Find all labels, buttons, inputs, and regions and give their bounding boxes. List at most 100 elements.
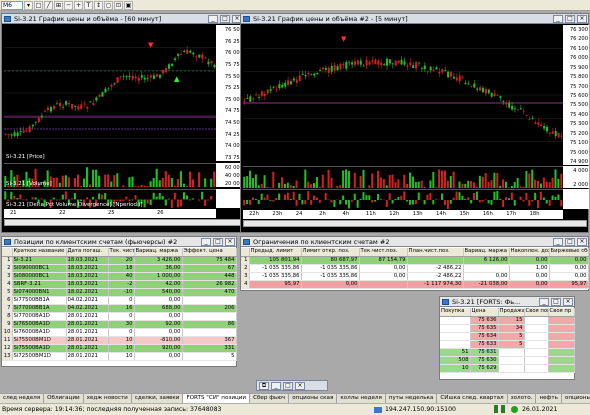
workspace-tab[interactable]: Сбер фьюч bbox=[250, 394, 290, 403]
col-header[interactable]: Краткое название bbox=[12, 248, 67, 257]
timeframe-select[interactable]: M6 bbox=[1, 0, 23, 10]
orderbook-titlebar[interactable]: Si-3.21 [FORTS: Фь... _ □ × bbox=[440, 297, 574, 307]
orderbook-row[interactable]: 75 635 34 bbox=[440, 324, 575, 333]
col-header[interactable]: Тек. чист. bbox=[108, 248, 135, 257]
close-button[interactable]: × bbox=[225, 238, 235, 246]
minimize-button[interactable]: _ bbox=[201, 238, 211, 246]
orderbook-row[interactable]: 508 75 630 bbox=[440, 356, 575, 365]
volume-bar bbox=[19, 194, 22, 200]
col-header[interactable]: Эффект. цена bbox=[182, 248, 237, 257]
chart2-price-pane[interactable]: ▼ bbox=[243, 25, 563, 165]
tool-button-1[interactable]: ▾ bbox=[24, 0, 33, 10]
minimize-button[interactable]: _ bbox=[553, 15, 563, 23]
tool-button-2[interactable]: □ bbox=[34, 0, 43, 10]
col-header[interactable]: Дата погаш. bbox=[66, 248, 109, 257]
maximize-button[interactable]: □ bbox=[551, 298, 561, 306]
tool-button-9[interactable]: ◻ bbox=[104, 0, 113, 10]
table-row[interactable]: 10 Si76000BA1D 28.01.2021 0 0,00 bbox=[2, 328, 237, 337]
table-row[interactable]: 11 Si75500BM1D 28.01.2021 10 -810,00 367 bbox=[2, 336, 237, 345]
maximize-button[interactable]: □ bbox=[220, 15, 230, 23]
workspace-tab[interactable]: Облигации bbox=[44, 394, 84, 403]
col-header[interactable]: Своя пок bbox=[524, 308, 549, 317]
workspace-tab[interactable]: коллы неделя bbox=[337, 394, 386, 403]
table-row[interactable]: 5 Si074000BN1 18.02.2021 -10 540,00 470 bbox=[2, 288, 237, 297]
table-row[interactable]: 6 Si77500BB1A 04.02.2021 0 0,00 bbox=[2, 296, 237, 305]
col-header[interactable]: Биржевые сборы bbox=[549, 248, 589, 257]
tool-button-3[interactable]: ╱ bbox=[44, 0, 53, 10]
tool-button-10[interactable]: ⊡ bbox=[114, 0, 123, 10]
col-header[interactable]: Вариац. маржа bbox=[134, 248, 183, 257]
minimize-button[interactable]: _ bbox=[539, 298, 549, 306]
tool-button-8[interactable]: ↕ bbox=[94, 0, 103, 10]
table-row[interactable]: 2 -1 035 335,86 -1 035 335,86 0,00 -2 486,22… bbox=[241, 264, 589, 273]
orderbook-row[interactable]: 75 634 5 bbox=[440, 332, 575, 341]
table-row[interactable]: 8 Si77000BA1D 28.01.2021 0 0,00 bbox=[2, 312, 237, 321]
col-header[interactable]: Цена bbox=[470, 308, 499, 317]
workspace-tab[interactable]: опционы ская bbox=[289, 394, 338, 403]
col-header[interactable]: Тек.чист.поз. bbox=[359, 248, 408, 257]
table-row[interactable]: 1 Si-3.21 18.03.2021 20 3 426,00 75 484 bbox=[2, 256, 237, 265]
workspace-tab[interactable]: СИшка след. квартал bbox=[437, 394, 508, 403]
col-header[interactable]: Предыд. лимит bbox=[249, 248, 302, 257]
workspace-tab[interactable]: путы неделька bbox=[385, 394, 438, 403]
workspace-tab[interactable]: сделки, заявки bbox=[131, 394, 184, 403]
maximize-button[interactable]: □ bbox=[565, 238, 575, 246]
chart1-price-pane[interactable]: ▼▲ bbox=[4, 25, 216, 161]
col-header[interactable]: Своя пр bbox=[548, 308, 575, 317]
minimized-window[interactable]: ⧉ _ □ × bbox=[256, 380, 328, 391]
limits-titlebar[interactable]: Ограничения по клиентским счетам #2 _ □ × bbox=[241, 237, 588, 247]
candle bbox=[336, 64, 339, 72]
workspace-tab[interactable]: нефть bbox=[536, 394, 562, 403]
tool-button-11[interactable]: ▣ bbox=[124, 0, 133, 10]
minimize-button[interactable]: _ bbox=[553, 238, 563, 246]
tool-button-7[interactable]: T bbox=[84, 0, 93, 10]
tool-button-4[interactable]: ⊞ bbox=[54, 0, 63, 10]
table-row[interactable]: 4 SBRF-3.21 18.03.2021 -2 42,00 26 982 bbox=[2, 280, 237, 289]
maximize-button[interactable]: □ bbox=[283, 382, 293, 390]
workspace-tab[interactable]: хедж новости bbox=[83, 394, 132, 403]
close-button[interactable]: × bbox=[563, 298, 573, 306]
col-header[interactable]: Накоплен. доход bbox=[509, 248, 550, 257]
orderbook-row[interactable]: 10 75 629 bbox=[440, 364, 575, 373]
maximize-button[interactable]: □ bbox=[565, 15, 575, 23]
orderbook-row[interactable]: 75 633 5 bbox=[440, 340, 575, 349]
positions-titlebar[interactable]: Позиции по клиентским счетам (фьючерсы) … bbox=[2, 237, 236, 247]
close-button[interactable]: × bbox=[295, 382, 305, 390]
table-row[interactable]: 13 Si72500BM1D 28.01.2021 10 0,00 5 bbox=[2, 352, 237, 361]
chart2-titlebar[interactable]: Si-3.21 График цены и объёма #2 - [5 мин… bbox=[241, 14, 588, 24]
chart2-delta-pane[interactable] bbox=[243, 189, 563, 209]
col-header[interactable]: Лимит откр. поз. bbox=[301, 248, 360, 257]
chart2-volume-pane[interactable] bbox=[243, 166, 563, 188]
close-button[interactable]: × bbox=[577, 238, 587, 246]
table-row[interactable]: 1 105 801,94 80 687,97 87 154,79 6 126,00 0,0… bbox=[241, 256, 589, 265]
workspace-tab[interactable]: след неделя bbox=[0, 394, 45, 403]
maximize-button[interactable]: □ bbox=[213, 238, 223, 246]
chart1-titlebar[interactable]: Si-3.21 График цены и объёма - [60 минут… bbox=[2, 14, 243, 24]
tool-button-6[interactable]: + bbox=[74, 0, 83, 10]
table-row[interactable]: 2 Si090000BC1 18.03.2021 18 36,00 67 bbox=[2, 264, 237, 273]
minimize-button[interactable]: _ bbox=[271, 382, 281, 390]
table-row[interactable]: 12 Si75500BA1D 28.01.2021 10 920,00 331 bbox=[2, 344, 237, 353]
orderbook-row[interactable]: 75 636 15 bbox=[440, 316, 575, 325]
volume-bar bbox=[313, 195, 316, 200]
close-button[interactable]: × bbox=[577, 15, 587, 23]
workspace-tab[interactable]: опционы ртс bbox=[561, 394, 590, 403]
minimize-button[interactable]: _ bbox=[208, 15, 218, 23]
table-row[interactable]: 3 -1 035 335,86 -1 035 335,86 0,00 -2 486,22… bbox=[241, 272, 589, 281]
workspace-tab[interactable]: FORTS "СИ" позиции bbox=[183, 394, 251, 403]
col-header[interactable]: Продажа bbox=[498, 308, 525, 317]
tool-button-5[interactable]: ─ bbox=[64, 0, 73, 10]
table-row[interactable]: 4 95,97 0,00 -1 117 974,30 -21 038,00 0,00 95,… bbox=[241, 280, 589, 289]
table-row[interactable]: 9 Si76500BA1D 28.01.2021 30 92,00 86 bbox=[2, 320, 237, 329]
chart2-scrollbar[interactable] bbox=[243, 220, 587, 227]
col-header[interactable]: Покупка bbox=[440, 308, 471, 317]
restore-button[interactable]: ⧉ bbox=[259, 382, 269, 390]
table-row[interactable]: 3 Si080000BC1 18.03.2021 40 1 000,00 448 bbox=[2, 272, 237, 281]
orderbook-row[interactable]: 51 75 631 bbox=[440, 348, 575, 357]
chart1-scrollbar[interactable] bbox=[4, 219, 242, 226]
col-header[interactable]: Вариац. маржа bbox=[463, 248, 510, 257]
candle bbox=[316, 72, 319, 75]
workspace-tab[interactable]: золото. bbox=[507, 394, 537, 403]
col-header[interactable]: План.чист.поз. bbox=[407, 248, 464, 257]
table-row[interactable]: 7 Si77000BB1A 04.02.2021 16 688,00 206 bbox=[2, 304, 237, 313]
